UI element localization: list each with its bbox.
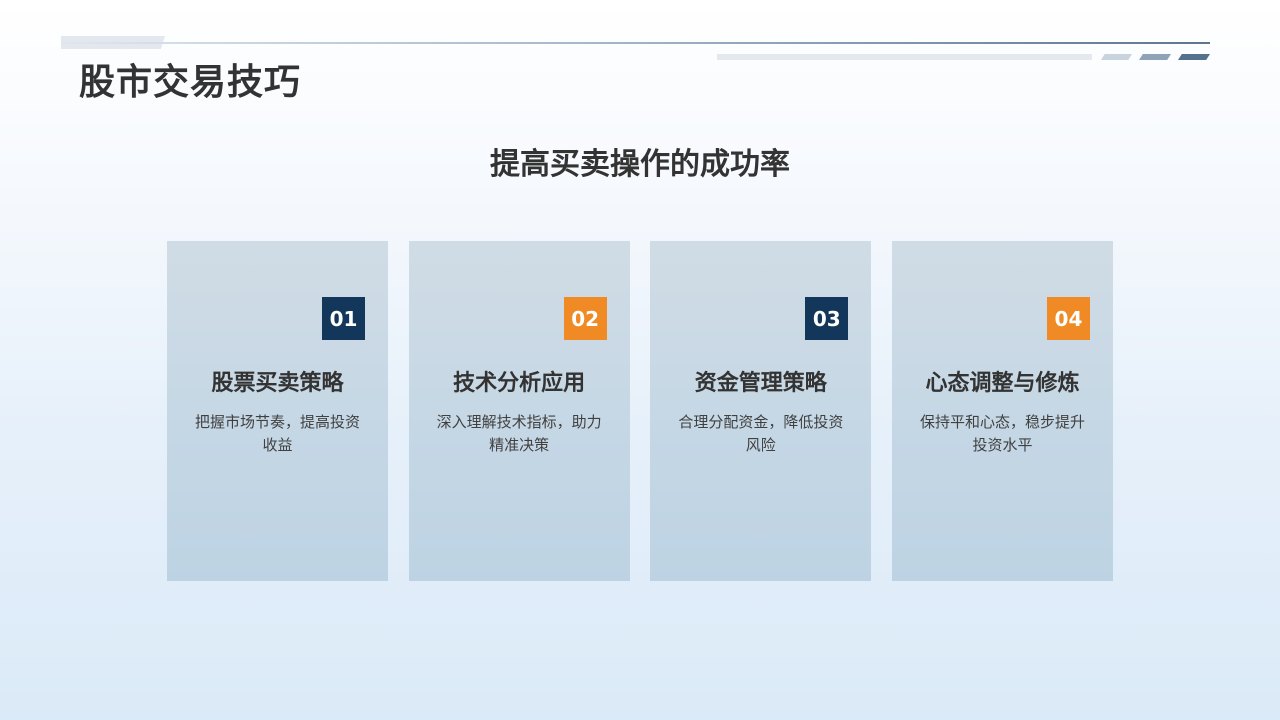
card-technical-analysis: 02 技术分析应用 深入理解技术指标，助力精准决策	[408, 241, 630, 581]
card-row: 01 股票买卖策略 把握市场节奏，提高投资收益 02 技术分析应用 深入理解技术…	[167, 241, 1113, 581]
card-title: 资金管理策略	[694, 371, 827, 396]
card-description: 合理分配资金，降低投资风险	[678, 413, 844, 454]
card-number-badge: 03	[805, 297, 849, 340]
page-title: 股市交易技巧	[79, 62, 302, 103]
card-number-badge: 02	[563, 297, 607, 340]
card-title: 技术分析应用	[453, 371, 586, 396]
card-description: 把握市场节奏，提高投资收益	[195, 413, 361, 454]
card-number-badge: 01	[322, 297, 365, 340]
card-mindset-training: 04 心态调整与修炼 保持平和心态，稳步提升投资水平	[891, 241, 1113, 581]
card-description: 深入理解技术指标，助力精准决策	[436, 413, 602, 454]
header-slash-decoration-1	[1101, 54, 1132, 60]
header-divider-line	[61, 42, 1210, 44]
page-subtitle: 提高买卖操作的成功率	[490, 147, 790, 182]
header-stripe-decoration	[717, 54, 1092, 60]
card-number-badge: 04	[1046, 297, 1090, 340]
card-title: 心态调整与修炼	[925, 371, 1080, 396]
header-slash-decoration-2	[1139, 54, 1171, 60]
card-title: 股票买卖策略	[211, 371, 344, 396]
header-slash-decoration-3	[1178, 54, 1210, 60]
card-money-management: 03 资金管理策略 合理分配资金，降低投资风险	[650, 241, 872, 581]
card-description: 保持平和心态，稳步提升投资水平	[919, 413, 1085, 454]
card-stock-trading-strategy: 01 股票买卖策略 把握市场节奏，提高投资收益	[167, 241, 388, 581]
